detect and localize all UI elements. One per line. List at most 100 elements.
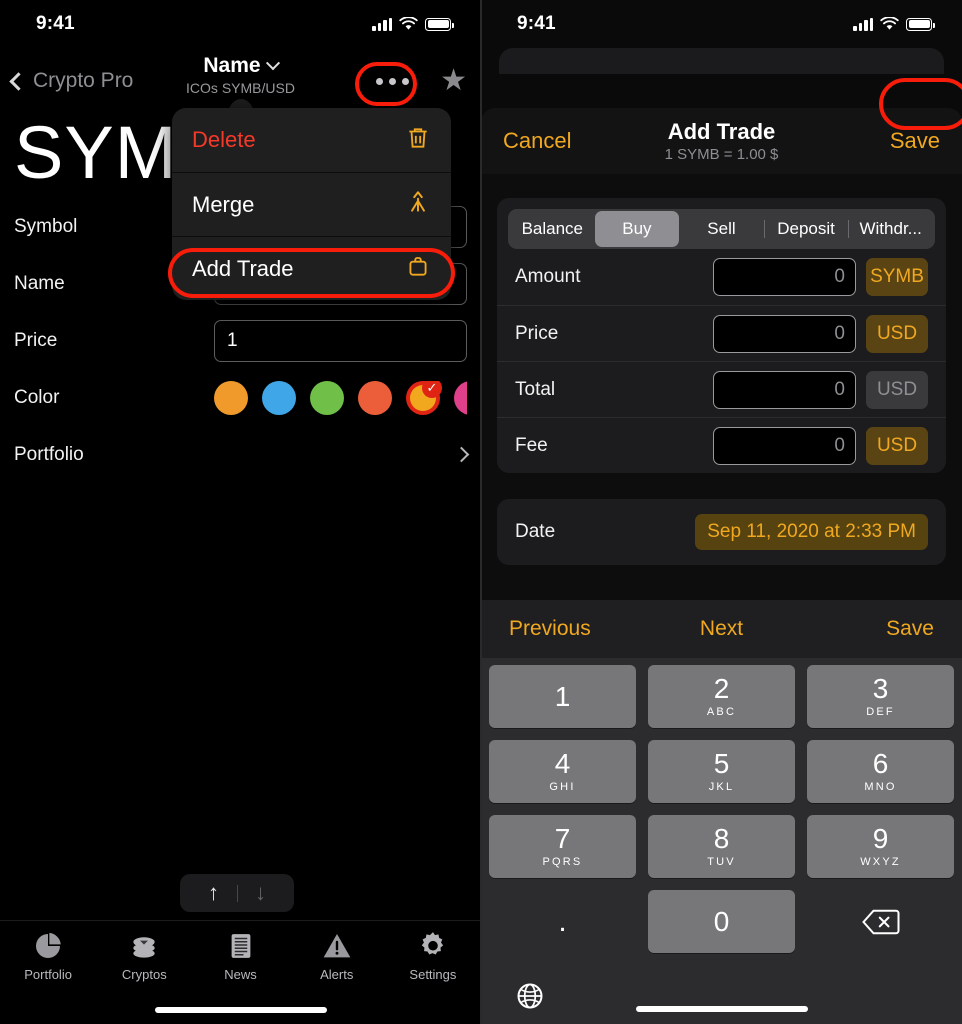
segment-sell[interactable]: Sell — [679, 211, 764, 247]
key-9[interactable]: 9 WXYZ — [807, 815, 954, 878]
trade-row-label: Amount — [515, 266, 581, 287]
wifi-icon — [399, 17, 418, 30]
key-3[interactable]: 3 DEF — [807, 665, 954, 728]
price-label: Price — [14, 329, 58, 351]
key-7[interactable]: 7 PQRS — [489, 815, 636, 878]
battery-icon — [906, 17, 935, 31]
tab-item-settings[interactable]: Settings — [385, 930, 481, 982]
color-swatch[interactable] — [310, 380, 344, 415]
context-menu-item-label: Add Trade — [192, 255, 294, 281]
segment-deposit[interactable]: Deposit — [763, 211, 849, 247]
key-digit: 5 — [713, 748, 730, 779]
price-input[interactable]: 1 — [214, 319, 467, 362]
tab-item-portfolio[interactable]: Portfolio — [0, 930, 96, 982]
key-letters: TUV — [707, 856, 736, 868]
key-2[interactable]: 2 ABC — [648, 665, 795, 728]
keyboard-footer — [481, 965, 962, 1024]
home-indicator — [635, 1006, 808, 1012]
amount-currency-badge[interactable]: SYMB — [866, 258, 928, 296]
arrow-up-icon[interactable]: ↑ — [191, 880, 237, 906]
key-letters: MNO — [864, 781, 897, 793]
key-digit: 0 — [713, 905, 730, 937]
key-letters: GHI — [549, 781, 576, 793]
amount-input[interactable]: 0 — [713, 258, 856, 296]
key-letters: DEF — [866, 706, 895, 718]
panel-divider — [480, 0, 482, 1024]
tab-item-news[interactable]: News — [192, 930, 288, 982]
right-phone-panel: 9:41 Cancel Add Trade 1 SYMB = 1.00 $ Sa… — [481, 0, 962, 1024]
chevron-left-icon — [9, 71, 28, 91]
context-menu-item[interactable]: Delete — [172, 108, 451, 172]
context-menu-item[interactable]: Add Trade — [172, 236, 451, 300]
context-menu-item[interactable]: Merge — [172, 172, 451, 236]
key-digit: . — [558, 904, 567, 938]
key-6[interactable]: 6 MNO — [807, 740, 954, 803]
trade-row-amount: Amount 0 SYMB — [497, 249, 946, 305]
trade-type-segmented-control: Balance Buy Sell Deposit Withdr... — [508, 209, 935, 249]
trade-card: Balance Buy Sell Deposit Withdr... Amount 0 SY… — [497, 198, 946, 473]
more-button[interactable] — [363, 69, 422, 94]
segment-buy[interactable]: Buy — [594, 211, 680, 247]
key-letters: WXYZ — [860, 856, 901, 868]
context-menu: Delete Merge Add Trade — [172, 108, 451, 300]
status-bar-left: 9:41 — [0, 0, 481, 48]
price-input[interactable]: 0 — [713, 314, 856, 353]
date-row[interactable]: Date Sep 11, 2020 at 2:33 PM — [497, 499, 946, 565]
trade-row-label: Total — [515, 378, 556, 400]
key-5[interactable]: 5 JKL — [648, 740, 795, 803]
wifi-icon — [880, 17, 899, 30]
back-button-label: Crypto Pro — [33, 69, 134, 92]
color-swatch[interactable] — [214, 380, 248, 415]
total-currency-badge: USD — [866, 370, 928, 409]
key-letters: PQRS — [542, 856, 583, 868]
context-menu-item-label: Merge — [192, 191, 255, 217]
next-button[interactable]: Next — [481, 617, 962, 641]
page-title-text: Name — [203, 54, 261, 77]
keypad-row: .0 — [489, 890, 954, 953]
globe-icon[interactable] — [515, 981, 545, 1011]
chevron-right-icon — [453, 446, 470, 463]
tab-item-cryptos[interactable]: Cryptos — [96, 930, 192, 982]
key-4[interactable]: 4 GHI — [489, 740, 636, 803]
warning-icon — [321, 930, 353, 962]
keypad: 1 2 ABC 3 DEF 4 GHI 5 JKL 6 MNO 7 PQRS 8 TUV 9 WXYZ. 0 — [481, 658, 962, 953]
segmented-control-wrapper: Balance Buy Sell Deposit Withdr... — [497, 198, 946, 249]
key-digit: 6 — [872, 748, 889, 779]
form-row-price: Price 1 — [14, 312, 467, 369]
back-button[interactable]: Crypto Pro — [9, 69, 134, 93]
fee-input[interactable]: 0 — [713, 426, 856, 465]
key-8[interactable]: 8 TUV — [648, 815, 795, 878]
arrow-down-icon[interactable]: ↓ — [238, 880, 284, 906]
total-input[interactable]: 0 — [713, 370, 856, 409]
color-swatch[interactable] — [262, 380, 296, 415]
nav-right-actions: ★ — [363, 66, 467, 96]
page-title[interactable]: Name — [203, 54, 280, 78]
home-indicator — [154, 1007, 327, 1013]
key-digit: 3 — [872, 673, 889, 704]
save-button[interactable]: Save — [890, 128, 940, 154]
cellular-signal-icon — [372, 17, 392, 31]
form-row-portfolio[interactable]: Portfolio — [14, 426, 470, 483]
key-backspace[interactable] — [807, 890, 954, 953]
color-swatch[interactable]: ✓ — [406, 380, 442, 415]
star-icon[interactable]: ★ — [440, 66, 467, 96]
date-label: Date — [515, 521, 556, 542]
key-0[interactable]: 0 — [648, 890, 795, 953]
color-swatch[interactable] — [358, 380, 392, 415]
cancel-button[interactable]: Cancel — [503, 128, 571, 154]
segment-balance[interactable]: Balance — [510, 211, 595, 247]
sheet-peek-layer — [499, 48, 944, 74]
tab-item-alerts[interactable]: Alerts — [289, 930, 385, 982]
chevron-down-icon — [265, 56, 280, 71]
trade-field-rows: Amount 0 SYMB Price 0 USD Total 0 USD Fee 0 USD — [497, 249, 946, 473]
fee-currency-badge[interactable]: USD — [866, 426, 928, 465]
status-time: 9:41 — [517, 13, 556, 34]
key-1[interactable]: 1 — [489, 665, 636, 728]
color-swatch[interactable] — [454, 380, 467, 415]
segment-withdr[interactable]: Withdr... — [848, 211, 933, 247]
date-value[interactable]: Sep 11, 2020 at 2:33 PM — [695, 514, 928, 550]
price-currency-badge[interactable]: USD — [866, 314, 928, 353]
tab-item-label: Cryptos — [121, 967, 167, 982]
key-decimal[interactable]: . — [489, 890, 636, 953]
modal-navigation-bar: Cancel Add Trade 1 SYMB = 1.00 $ Save — [481, 108, 962, 174]
